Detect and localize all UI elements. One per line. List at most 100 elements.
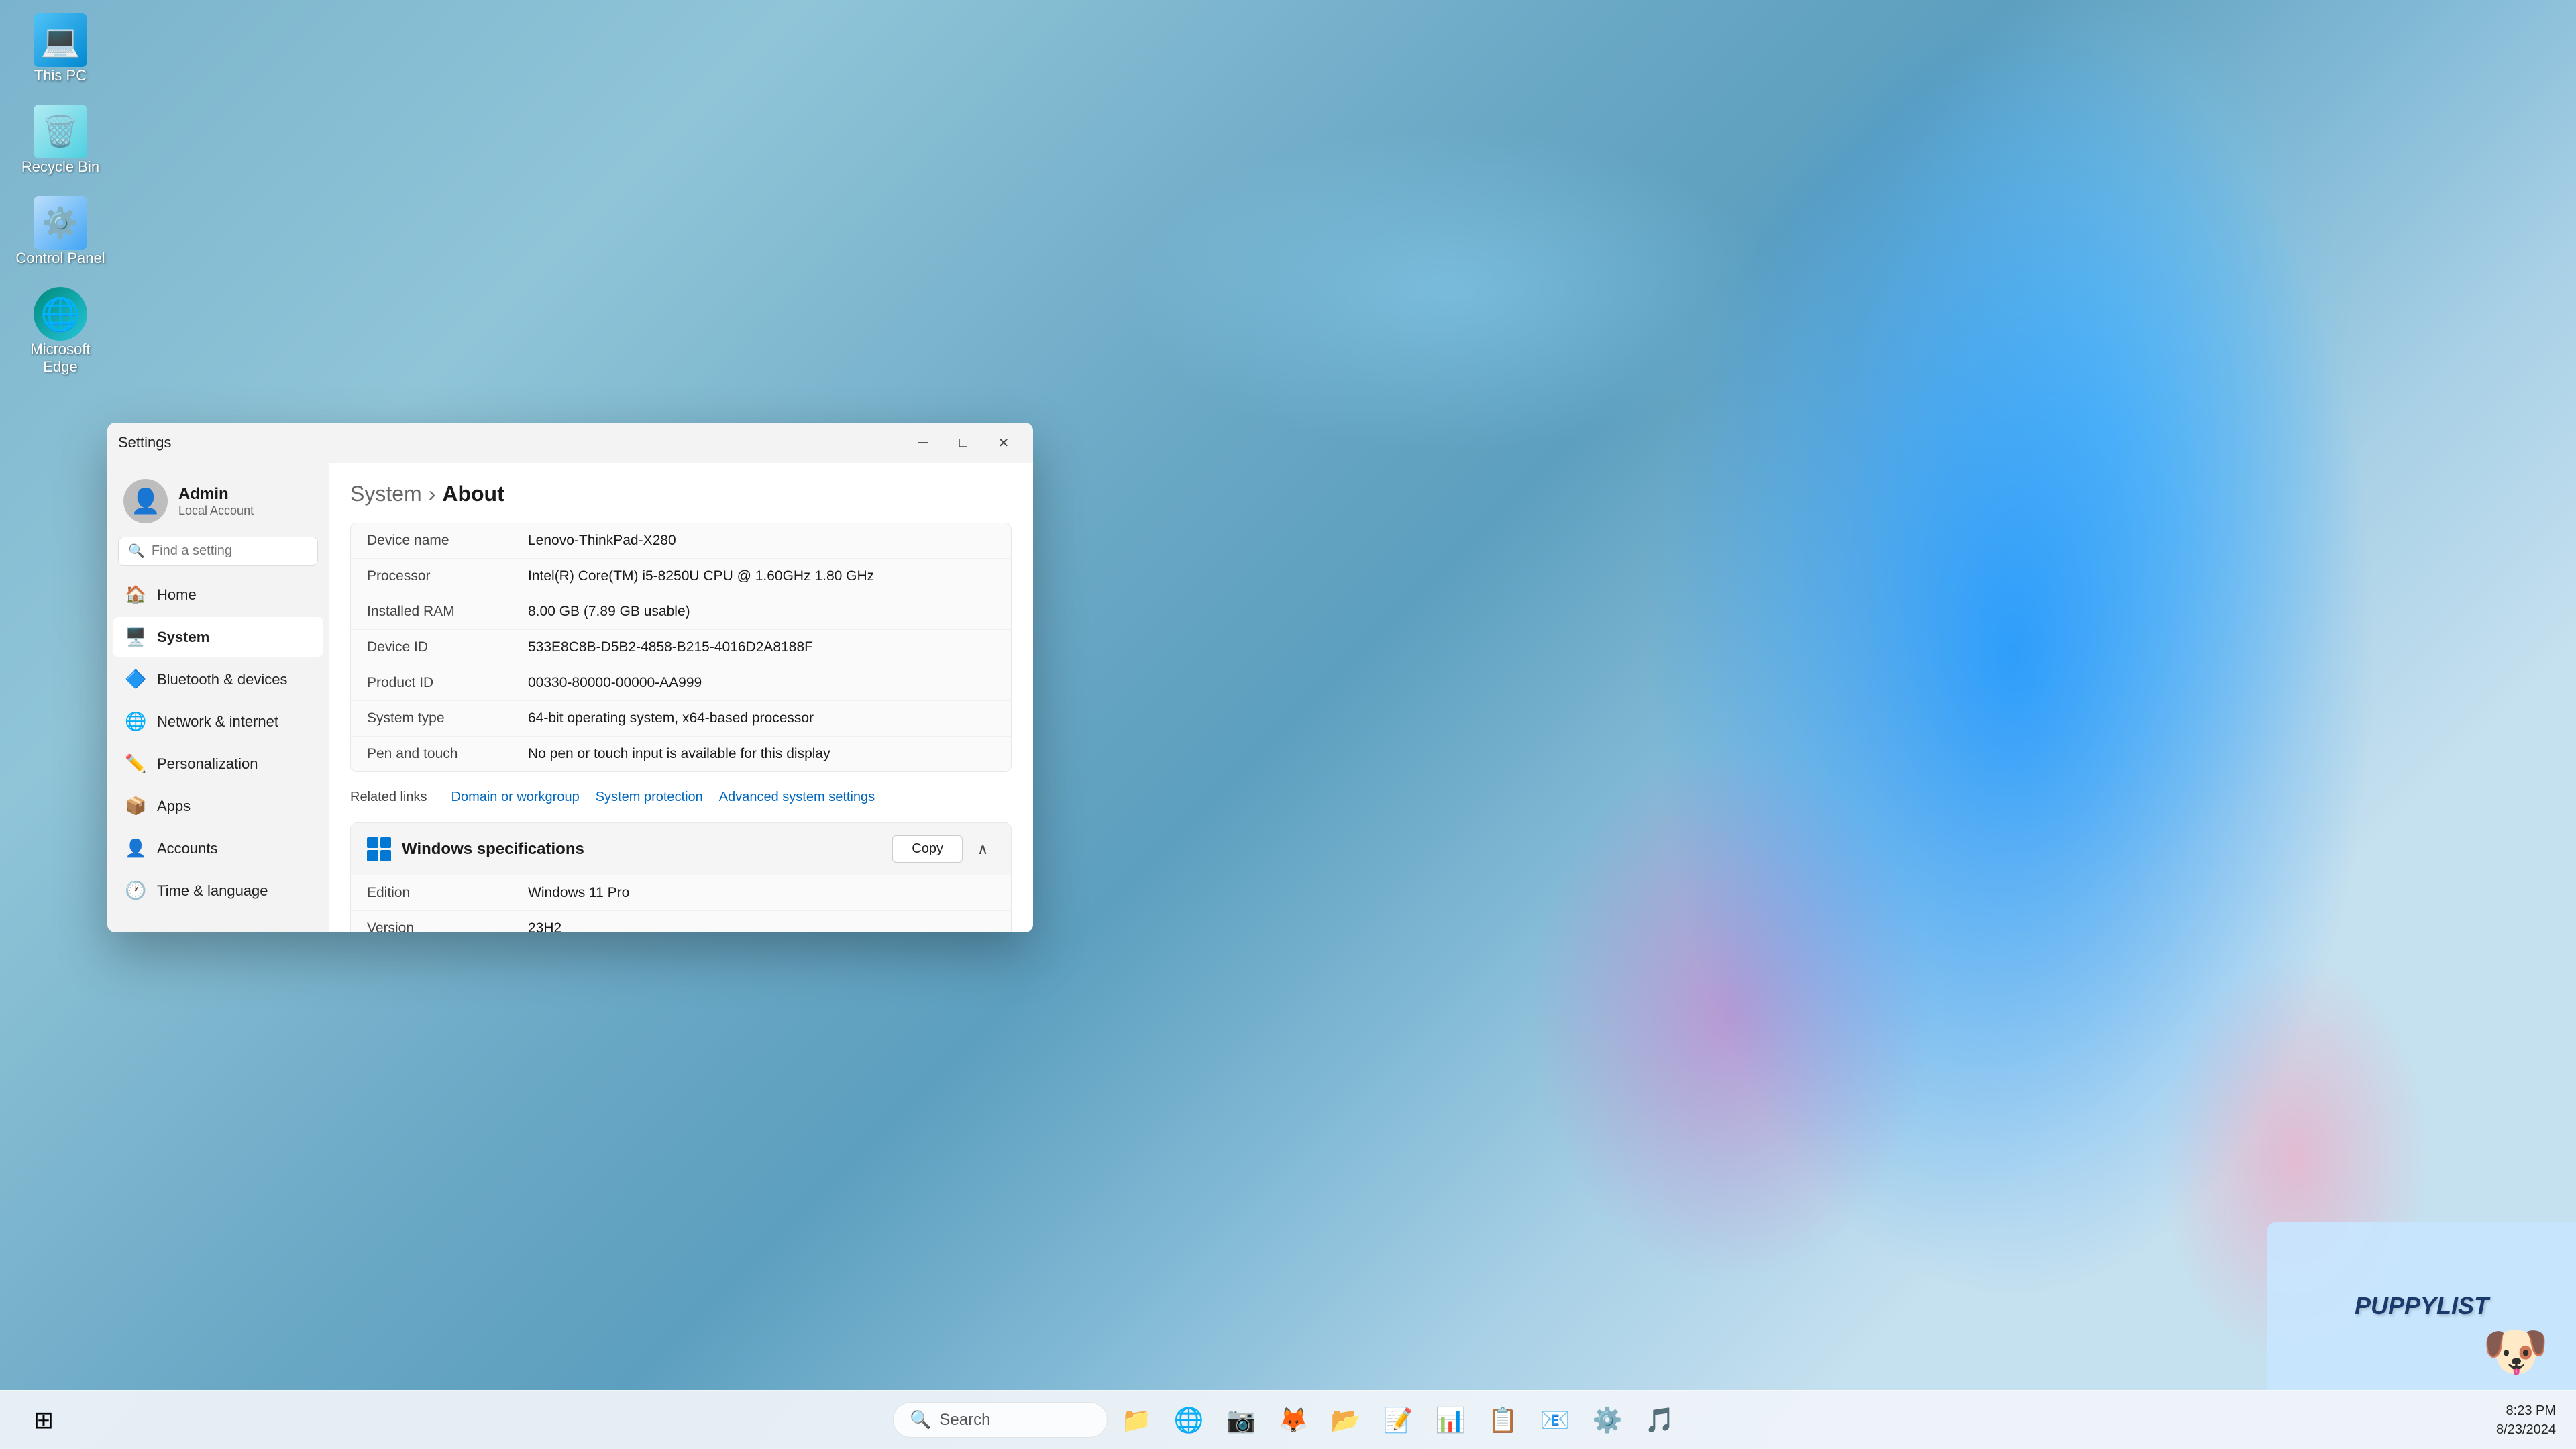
title-bar: Settings ─ □ ✕ [107,423,1033,463]
pen-touch-value: No pen or touch input is available for t… [528,746,995,762]
sidebar-item-apps[interactable]: 📦 Apps [113,786,323,826]
spec-header: Windows specifications Copy ∧ [351,823,1011,875]
breadcrumb-parent[interactable]: System [350,482,422,506]
sidebar-item-time[interactable]: 🕐 Time & language [113,871,323,910]
spec-title: Windows specifications [402,840,584,859]
sidebar-item-label: Accounts [157,840,218,857]
product-id-value: 00330-80000-00000-AA999 [528,675,995,691]
this-pc-icon[interactable]: 💻 This PC [13,13,107,85]
related-links-label: Related links [350,790,427,805]
bluetooth-icon: 🔷 [125,669,146,690]
recycle-bin-icon-img: 🗑️ [34,105,87,158]
puppy-brand: PUPPYLIST [2355,1292,2489,1320]
breadcrumb-separator: › [429,482,436,506]
sidebar-item-network[interactable]: 🌐 Network & internet [113,702,323,741]
taskbar-firefox[interactable]: 🦊 [1270,1397,1317,1444]
sidebar-item-accounts[interactable]: 👤 Accounts [113,828,323,868]
sidebar-item-label: Network & internet [157,713,278,731]
processor-label: Processor [367,568,528,584]
sidebar-item-label: Apps [157,798,191,815]
taskbar: ⊞ 🔍 Search 📁 🌐 📷 🦊 📂 📝 📊 📋 📧 ⚙️ 🎵 8:23 P… [0,1390,2576,1449]
table-row: System type 64-bit operating system, x64… [351,701,1011,737]
ram-value: 8.00 GB (7.89 GB usable) [528,604,995,620]
maximize-button[interactable]: □ [945,429,982,456]
table-row: Processor Intel(R) Core(TM) i5-8250U CPU… [351,559,1011,594]
edition-label: Edition [367,885,528,901]
sidebar-item-label: System [157,629,209,646]
device-name-value: Lenovo-ThinkPad-X280 [528,533,995,549]
taskbar-camera[interactable]: 📷 [1218,1397,1265,1444]
taskbar-settings[interactable]: ⚙️ [1584,1397,1631,1444]
clock-time: 8:23 PM [2506,1401,2556,1420]
start-button[interactable]: ⊞ [20,1397,67,1444]
sidebar-item-home[interactable]: 🏠 Home [113,575,323,614]
edge-icon-img: 🌐 [34,287,87,341]
recycle-bin-icon[interactable]: 🗑️ Recycle Bin [13,105,107,176]
device-id-label: Device ID [367,639,528,655]
spec-controls: Copy ∧ [892,835,995,863]
user-profile[interactable]: 👤 Admin Local Account [113,471,323,537]
taskbar-search-box[interactable]: 🔍 Search [893,1402,1108,1438]
recycle-bin-label: Recycle Bin [21,158,99,176]
taskbar-search-label: Search [939,1411,990,1430]
advanced-system-link[interactable]: Advanced system settings [711,786,883,809]
windows-logo-q2 [380,837,392,849]
microsoft-edge-icon[interactable]: 🌐 Microsoft Edge [13,287,107,376]
table-row: Device name Lenovo-ThinkPad-X280 [351,523,1011,559]
settings-window: Settings ─ □ ✕ 👤 Admin Local Account [107,423,1033,932]
table-row: Installed RAM 8.00 GB (7.89 GB usable) [351,594,1011,630]
version-value: 23H2 [528,920,995,932]
sidebar-item-personalization[interactable]: ✏️ Personalization [113,744,323,784]
pen-touch-label: Pen and touch [367,746,528,762]
collapse-button[interactable]: ∧ [971,837,995,861]
taskbar-outlook[interactable]: 📧 [1532,1397,1578,1444]
taskbar-word[interactable]: 📝 [1375,1397,1421,1444]
system-protection-link[interactable]: System protection [588,786,711,809]
windows-specs-section: Windows specifications Copy ∧ Edition Wi… [350,822,1012,932]
related-links: Related links Domain or workgroup System… [350,786,1012,809]
user-name: Admin [178,485,313,504]
search-input[interactable] [152,543,308,559]
edge-label: Microsoft Edge [13,341,107,376]
taskbar-search-icon: 🔍 [910,1409,931,1430]
control-panel-label: Control Panel [15,250,105,267]
system-clock: 8:23 PM 8/23/2024 [2496,1401,2556,1439]
sidebar-item-system[interactable]: 🖥️ System [113,617,323,657]
product-id-label: Product ID [367,675,528,691]
sidebar-item-bluetooth[interactable]: 🔷 Bluetooth & devices [113,659,323,699]
sidebar-item-label: Home [157,586,197,604]
user-subtitle: Local Account [178,504,313,518]
taskbar-folder[interactable]: 📂 [1322,1397,1369,1444]
search-box[interactable]: 🔍 [118,537,318,566]
this-pc-label: This PC [34,67,87,85]
table-row: Edition Windows 11 Pro [351,875,1011,911]
system-type-label: System type [367,710,528,727]
search-icon: 🔍 [128,543,145,559]
main-content: System › About Device name Lenovo-ThinkP… [329,463,1033,932]
accounts-icon: 👤 [125,838,146,859]
device-id-value: 533E8C8B-D5B2-4858-B215-4016D2A8188F [528,639,995,655]
home-icon: 🏠 [125,584,146,605]
minimize-button[interactable]: ─ [904,429,942,456]
windows-logo-q1 [367,837,378,849]
domain-workgroup-link[interactable]: Domain or workgroup [443,786,588,809]
close-button[interactable]: ✕ [985,429,1022,456]
breadcrumb: System › About [350,482,1012,506]
taskbar-powerpoint[interactable]: 📋 [1479,1397,1526,1444]
table-row: Device ID 533E8C8B-D5B2-4858-B215-4016D2… [351,630,1011,665]
this-pc-icon-img: 💻 [34,13,87,67]
table-row: Version 23H2 [351,911,1011,932]
sidebar-item-label: Personalization [157,755,258,773]
time-icon: 🕐 [125,880,146,901]
user-info: Admin Local Account [178,485,313,518]
puppy-overlay: PUPPYLIST 🐶 [2267,1222,2576,1390]
control-panel-icon[interactable]: ⚙️ Control Panel [13,196,107,267]
spec-header-left: Windows specifications [367,837,584,861]
taskbar-edge[interactable]: 🌐 [1165,1397,1212,1444]
copy-button[interactable]: Copy [892,835,963,863]
desktop: 💻 This PC 🗑️ Recycle Bin ⚙️ Control Pane… [0,0,2576,1449]
table-row: Product ID 00330-80000-00000-AA999 [351,665,1011,701]
taskbar-excel[interactable]: 📊 [1427,1397,1474,1444]
taskbar-teams[interactable]: 🎵 [1636,1397,1683,1444]
taskbar-file-explorer[interactable]: 📁 [1113,1397,1160,1444]
